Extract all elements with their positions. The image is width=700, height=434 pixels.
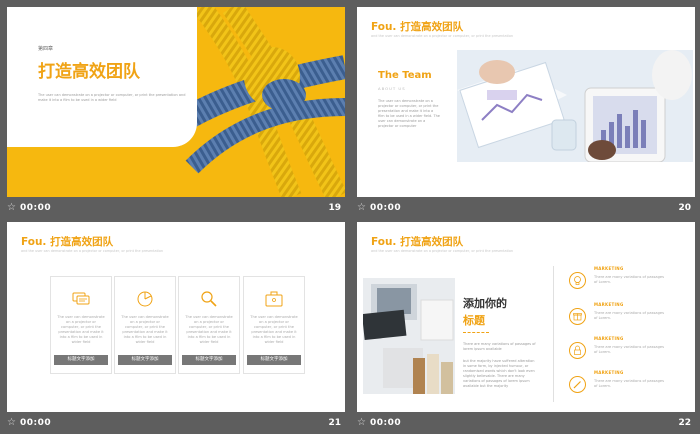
card-text: The user can demonstrate on a projector … [121,315,169,344]
card-label: 标题文字添加 [247,355,301,365]
chapter-label: 第四章 [38,46,54,52]
slide-21[interactable]: Fou. 打造高效团队 and the user can demonstrate… [7,222,345,412]
marketing-title: MARKETING [594,266,624,271]
wave-divider [463,329,489,333]
search-icon [201,291,217,307]
desk-photo [363,278,455,394]
slide-22-bar: ☆ 00:00 22 [357,414,695,434]
marketing-title: MARKETING [594,370,624,375]
slide-20[interactable]: Fou. 打造高效团队 and the user can demonstrate… [357,7,695,197]
feature-card[interactable]: The user can demonstrate on a projector … [50,276,112,374]
feature-card[interactable]: The user can demonstrate on a projector … [178,276,240,374]
circle-frame [569,308,586,325]
rope-knot-image [172,7,345,197]
slide-time: 00:00 [370,418,402,428]
slide-19[interactable]: 第四章 打造高效团队 The user can demonstrate on a… [7,7,345,197]
body-paragraph-2: but the majority have suffered alteratio… [463,359,535,388]
body-paragraph-1: There are many variations of passages of… [463,342,536,351]
slide-21-bar: ☆ 00:00 21 [7,414,345,434]
slide-header-title: Fou. 打造高效团队 [371,21,464,33]
slide-header-subtitle: and the user can demonstrate on a projec… [371,249,514,253]
slide-description: The user can demonstrate on a projector … [38,93,186,102]
slide-header-subtitle: and the user can demonstrate on a projec… [21,249,164,253]
main-title-line-1: 添加你的 [463,297,507,310]
lock-icon [574,345,581,355]
marketing-title: MARKETING [594,336,624,341]
vertical-divider [553,266,554,402]
star-icon: ☆ [7,202,16,213]
slide-header-subtitle: and the user can demonstrate on a projec… [371,34,514,38]
pie-chart-icon [137,291,153,307]
card-label: 标题文字添加 [118,355,172,365]
card-text: The user can demonstrate on a projector … [250,315,298,344]
circle-frame [569,342,586,359]
feature-card[interactable]: The user can demonstrate on a projector … [243,276,305,374]
bulb-icon [574,276,581,285]
slide-number: 21 [328,418,341,428]
marketing-title: MARKETING [594,302,624,307]
briefcase-icon [265,291,283,307]
office-photo [457,50,693,162]
card-text: The user can demonstrate on a projector … [57,315,105,344]
marketing-desc: There are many variations of passages of… [594,379,664,388]
slide-time: 00:00 [20,203,52,213]
gift-icon [573,313,582,321]
marketing-desc: There are many variations of passages of… [594,311,664,320]
slide-number: 22 [678,418,691,428]
chat-icon [72,292,90,305]
star-icon: ☆ [357,417,366,428]
slide-number: 19 [328,203,341,213]
team-subtitle: ABOUT US [378,86,406,91]
marketing-desc: There are many variations of passages of… [594,345,664,354]
card-text: The user can demonstrate on a projector … [185,315,233,344]
pen-icon [573,381,581,389]
slide-title: 打造高效团队 [38,62,140,82]
star-icon: ☆ [7,417,16,428]
slide-22[interactable]: Fou. 打造高效团队 and the user can demonstrate… [357,222,695,412]
slide-time: 00:00 [20,418,52,428]
team-description: The user can demonstrate on a projector … [378,99,440,128]
star-icon: ☆ [357,202,366,213]
slide-header-title: Fou. 打造高效团队 [21,236,114,248]
marketing-desc: There are many variations of passages of… [594,275,664,284]
slide-header-title: Fou. 打造高效团队 [371,236,464,248]
slide-time: 00:00 [370,203,402,213]
slide-20-bar: ☆ 00:00 20 [357,199,695,219]
card-label: 标题文字添加 [54,355,108,365]
main-title-line-2: 标题 [463,314,485,327]
slide-19-bar: ☆ 00:00 19 [7,199,345,219]
slide-number: 20 [678,203,691,213]
team-title: The Team [378,70,432,81]
circle-frame [569,272,586,289]
feature-card[interactable]: The user can demonstrate on a projector … [114,276,176,374]
card-label: 标题文字添加 [182,355,236,365]
circle-frame [569,376,586,393]
